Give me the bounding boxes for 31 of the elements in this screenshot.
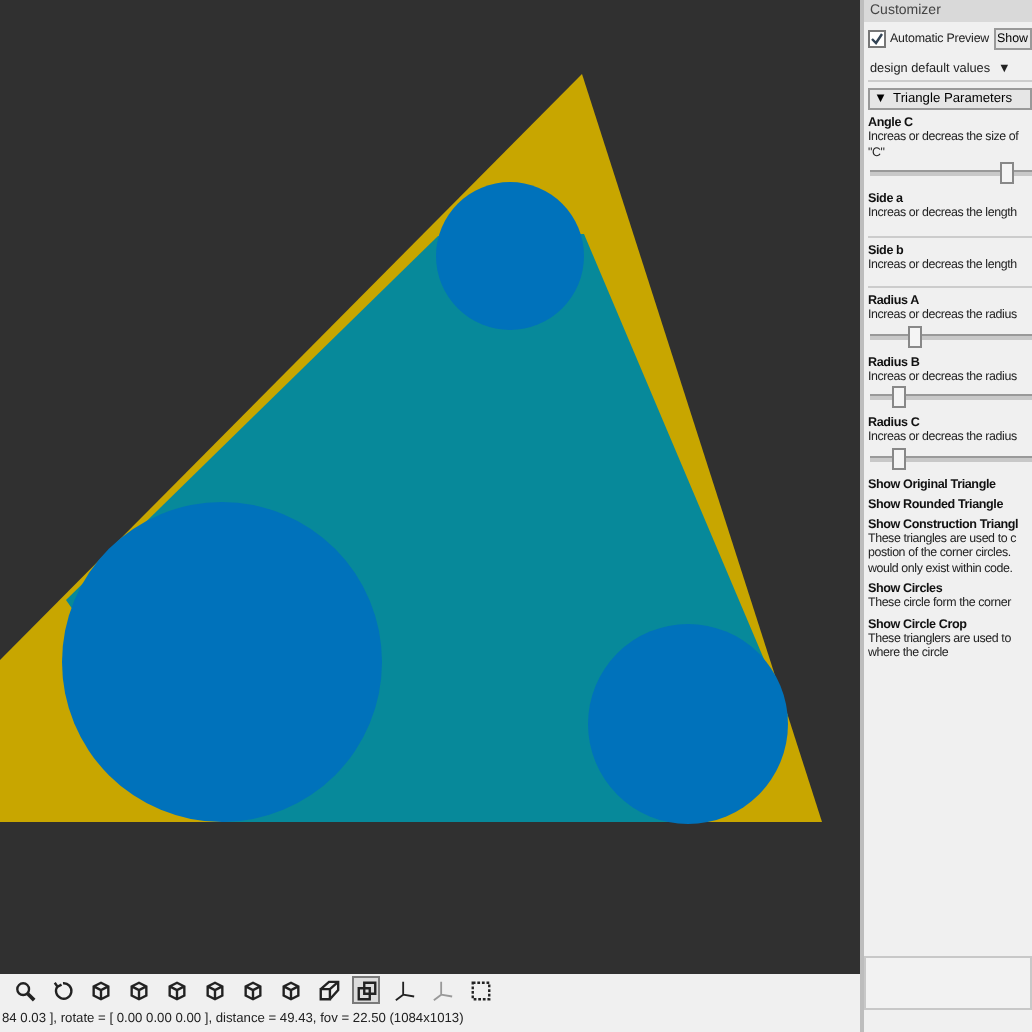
toolbar-button[interactable]	[276, 976, 304, 1004]
toolbar-button[interactable]	[314, 976, 342, 1004]
toolbar-button[interactable]	[200, 976, 228, 1004]
cube-icon	[89, 979, 111, 1001]
axes-icon	[393, 979, 415, 1001]
perspective-icon	[317, 979, 339, 1001]
toolbar-button[interactable]	[352, 976, 380, 1004]
cube-icon	[165, 979, 187, 1001]
toolbar-button[interactable]	[48, 976, 76, 1004]
cube-icon	[241, 979, 263, 1001]
reset-view-icon	[51, 979, 73, 1001]
toolbar-button[interactable]	[466, 976, 494, 1004]
slider-thumb[interactable]	[1000, 162, 1015, 184]
orthogonal-icon	[355, 979, 377, 1001]
toolbar-button[interactable]	[86, 976, 114, 1004]
slider-thumb[interactable]	[891, 386, 906, 408]
slider-thumb[interactable]	[891, 447, 906, 469]
zoom-icon	[13, 979, 35, 1001]
toolbar-button[interactable]	[124, 976, 152, 1004]
cube-icon	[279, 979, 301, 1001]
crosshair-frame-icon	[469, 979, 491, 1001]
toolbar-button[interactable]	[238, 976, 266, 1004]
3d-viewport[interactable]	[0, 0, 860, 974]
cube-icon	[127, 979, 149, 1001]
cube-icon	[203, 979, 225, 1001]
checkbox[interactable]	[868, 30, 886, 48]
scale-axes-icon	[431, 979, 453, 1001]
slider-thumb[interactable]	[908, 325, 923, 347]
toolbar-button[interactable]	[162, 976, 190, 1004]
toolbar-button[interactable]	[390, 976, 418, 1004]
toolbar-button[interactable]	[10, 976, 38, 1004]
